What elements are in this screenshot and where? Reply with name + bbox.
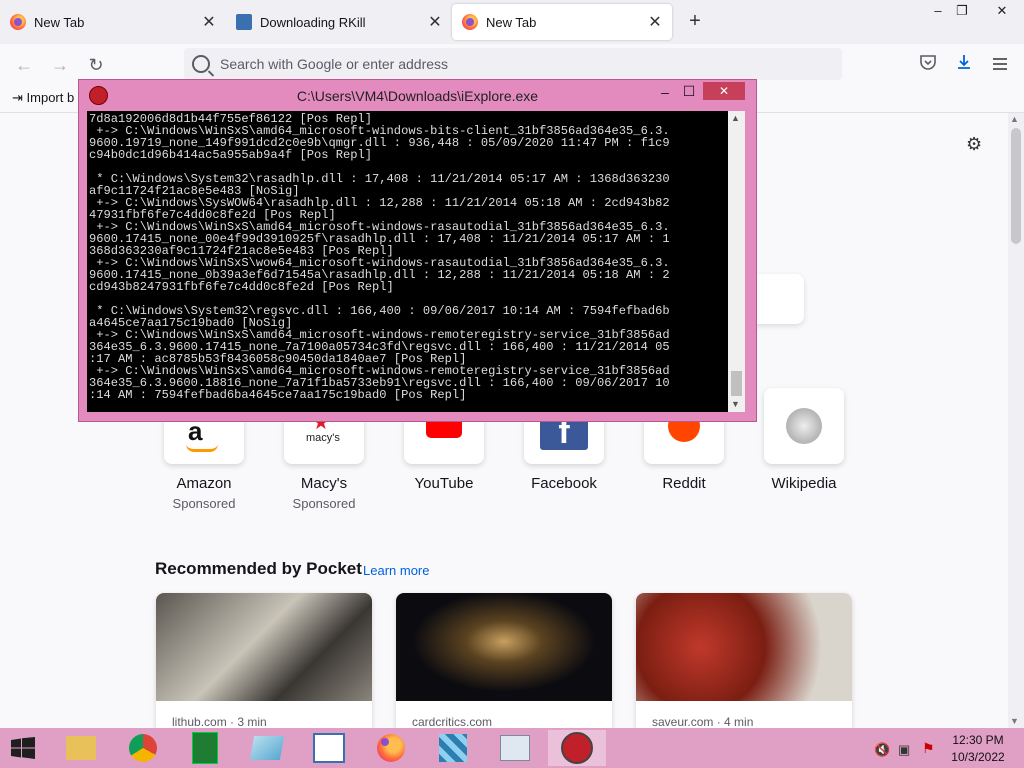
pocket-card[interactable]: saveur.com · 4 min	[636, 593, 852, 733]
pocket-card-image	[396, 593, 612, 701]
close-tab-icon[interactable]: ✕	[424, 12, 446, 32]
shortcut-label-macys[interactable]: Macy's	[259, 475, 389, 492]
shortcut-sponsored-amazon: Sponsored	[172, 496, 236, 511]
wikipedia-icon	[786, 408, 822, 444]
rkill-icon	[561, 732, 593, 764]
import-icon: ⇥	[12, 90, 23, 105]
import-bookmarks-button[interactable]: ⇥ Import b	[12, 90, 74, 106]
notepad-icon	[249, 736, 285, 760]
new-tab-button[interactable]: +	[684, 10, 706, 34]
gear-icon[interactable]: ⚙	[966, 134, 982, 155]
tab-title: Downloading RKill	[260, 14, 366, 30]
pocket-card-source: saveur.com · 4 min	[652, 715, 754, 729]
pocket-card[interactable]: lithub.com · 3 min	[156, 593, 372, 733]
shortcut-label-wikipedia[interactable]: Wikipedia	[739, 475, 869, 492]
firefox-icon	[377, 734, 405, 762]
wordpad-icon	[313, 733, 345, 763]
chrome-icon	[129, 734, 157, 762]
taskbar-file-explorer[interactable]	[56, 730, 106, 766]
taskbar-chrome[interactable]	[118, 730, 168, 766]
console-minimize-button[interactable]: –	[655, 84, 675, 100]
pocket-learn-more-link[interactable]: Learn more	[363, 563, 429, 578]
import-bookmarks-label: Import b	[26, 90, 75, 105]
taskbar-wordpad[interactable]	[304, 730, 354, 766]
downloads-icon[interactable]	[952, 53, 976, 77]
amazon-smile-mark	[186, 444, 218, 452]
page-icon	[236, 14, 252, 30]
taskbar-puzzle-app[interactable]	[428, 730, 478, 766]
pocket-heading: Recommended by Pocket	[155, 559, 362, 578]
firefox-icon	[10, 14, 26, 30]
reload-icon[interactable]: ↻	[84, 53, 108, 77]
console-maximize-button[interactable]: ☐	[679, 83, 699, 100]
search-icon	[192, 55, 210, 73]
scroll-down-arrow-icon[interactable]: ▼	[1010, 716, 1019, 726]
back-arrow-icon[interactable]: ←	[12, 53, 36, 77]
window-close-button[interactable]: ✕	[986, 0, 1018, 22]
console-scroll-thumb[interactable]	[731, 371, 742, 396]
clock-date[interactable]: 10/3/2022	[948, 750, 1008, 764]
tab-new-tab-active[interactable]: New Tab ✕	[452, 4, 672, 40]
shortcut-label-amazon[interactable]: Amazon	[139, 475, 269, 492]
windows-logo-icon	[11, 737, 35, 759]
file-explorer-icon	[66, 736, 96, 760]
close-tab-icon[interactable]: ✕	[644, 12, 666, 32]
action-center-alert-icon[interactable]: ⚑	[922, 740, 935, 757]
console-window[interactable]: C:\Users\VM4\Downloads\iExplore.exe – ☐ …	[78, 79, 757, 422]
firefox-icon	[462, 14, 478, 30]
shortcut-tile-wikipedia[interactable]	[764, 388, 844, 464]
pocket-card-image	[156, 593, 372, 701]
taskbar-system-monitor[interactable]	[490, 730, 540, 766]
pocket-card-source: lithub.com · 3 min	[172, 715, 267, 729]
shortcut-label-facebook[interactable]: Facebook	[499, 475, 629, 492]
pocket-card-image	[636, 593, 852, 701]
start-button[interactable]	[10, 737, 36, 759]
network-icon[interactable]: ▣	[898, 742, 910, 758]
console-log-text: 7d8a192006d8d1b44f755ef86122 [Pos Repl] …	[89, 112, 670, 402]
close-tab-icon[interactable]: ✕	[198, 12, 220, 32]
clock-time[interactable]: 12:30 PM	[948, 733, 1008, 747]
shortcut-label-reddit[interactable]: Reddit	[619, 475, 749, 492]
system-monitor-icon	[500, 735, 530, 761]
tab-downloading-rkill[interactable]: Downloading RKill ✕	[226, 4, 452, 40]
console-scroll-up-icon[interactable]: ▲	[731, 113, 740, 123]
menu-icon[interactable]	[988, 53, 1012, 77]
taskbar-firefox[interactable]	[366, 730, 416, 766]
console-output: 7d8a192006d8d1b44f755ef86122 [Pos Repl] …	[87, 111, 728, 412]
pocket-card-source: cardcritics.com	[412, 715, 493, 729]
url-placeholder: Search with Google or enter address	[220, 56, 449, 72]
console-scrollbar[interactable]: ▲ ▼	[728, 111, 745, 412]
volume-muted-icon[interactable]: 🔇	[874, 742, 890, 758]
tab-title: New Tab	[486, 14, 537, 30]
pocket-card[interactable]: cardcritics.com	[396, 593, 612, 733]
pocket-icon[interactable]	[916, 53, 940, 77]
shortcut-label-youtube[interactable]: YouTube	[379, 475, 509, 492]
console-scroll-down-icon[interactable]: ▼	[731, 399, 740, 409]
window-maximize-button[interactable]: ❐	[946, 0, 978, 22]
url-bar[interactable]: Search with Google or enter address	[184, 48, 842, 80]
taskbar-notepad[interactable]	[242, 730, 292, 766]
puzzle-app-icon	[439, 734, 467, 762]
page-scrollbar-thumb[interactable]	[1011, 128, 1021, 244]
calculator-icon	[192, 732, 218, 764]
console-close-button[interactable]: ✕	[703, 82, 745, 100]
tab-title: New Tab	[34, 14, 85, 30]
taskbar-rkill[interactable]	[548, 730, 606, 766]
console-title-bar[interactable]: C:\Users\VM4\Downloads\iExplore.exe – ☐ …	[79, 80, 756, 110]
shortcut-sponsored-macys: Sponsored	[292, 496, 356, 511]
taskbar-calculator[interactable]	[180, 730, 230, 766]
tab-new-tab-1[interactable]: New Tab ✕	[0, 4, 226, 40]
scroll-up-arrow-icon[interactable]: ▲	[1010, 114, 1019, 124]
forward-arrow-icon[interactable]: →	[48, 53, 72, 77]
